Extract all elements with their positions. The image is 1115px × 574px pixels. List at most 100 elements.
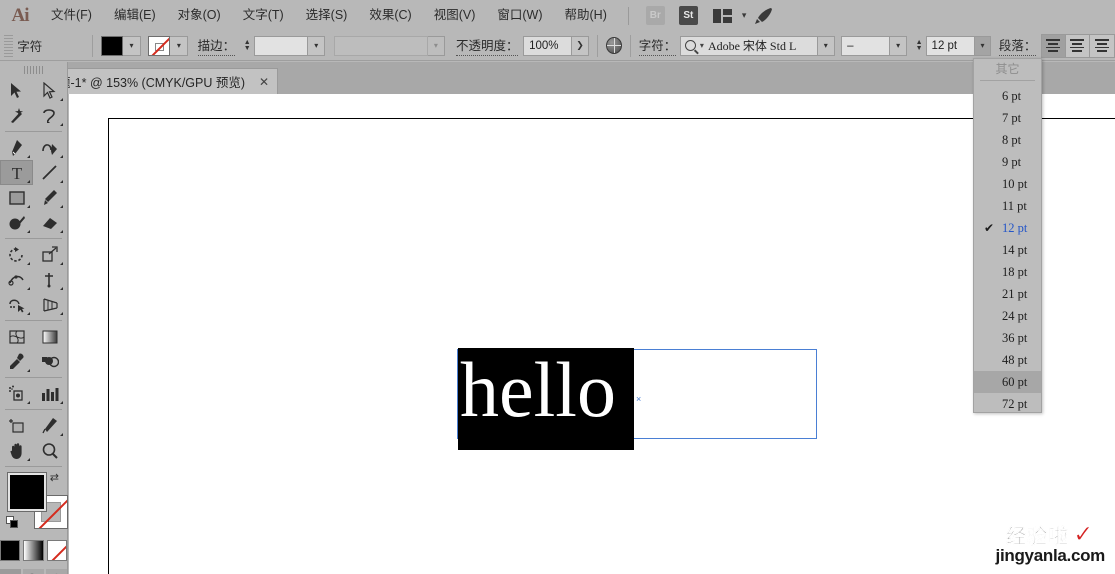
text-object-bounding-box[interactable]: hello × [457,346,817,450]
font-size-option-selected[interactable]: ✔ 12 pt [974,217,1041,239]
text-object-content[interactable]: hello [460,340,616,440]
font-size-option[interactable]: 10 pt [974,173,1041,195]
pen-tool[interactable] [0,135,33,160]
lasso-tool[interactable] [33,103,66,128]
stroke-color-control[interactable]: ▾ [148,35,189,56]
type-tool[interactable]: T [0,160,33,185]
font-size-option-other[interactable]: 其它 [974,59,1041,79]
swap-fill-stroke-icon[interactable]: ⇄ [50,471,59,484]
perspective-grid-tool[interactable] [33,292,66,317]
control-panel-grip[interactable] [4,34,14,57]
opacity-expand-icon[interactable]: ❯ [572,35,589,56]
font-size-field[interactable]: 12 pt [925,35,975,56]
line-segment-tool[interactable] [33,160,66,185]
canvas-area[interactable]: hello × [69,94,1115,574]
stroke-weight-chevron-down-icon[interactable]: ▾ [308,35,326,56]
menu-view[interactable]: 视图(V) [423,0,487,31]
arrange-documents-icon[interactable] [712,6,734,25]
align-right-button[interactable] [1089,34,1114,57]
draw-inside-button[interactable] [46,569,67,574]
font-size-option[interactable]: 48 pt [974,349,1041,371]
paragraph-label[interactable]: 段落： [998,35,1037,56]
recolor-artwork-icon[interactable] [605,37,622,54]
fill-color-control[interactable]: ▾ [100,35,141,56]
font-size-option[interactable]: 14 pt [974,239,1041,261]
artboard-tool[interactable] [0,413,33,438]
opacity-label[interactable]: 不透明度： [455,35,519,56]
shaper-tool[interactable] [0,210,33,235]
direct-selection-tool[interactable] [33,78,66,103]
font-size-option[interactable]: 24 pt [974,305,1041,327]
curvature-tool[interactable] [33,135,66,160]
font-size-option[interactable]: 18 pt [974,261,1041,283]
align-center-button[interactable] [1065,34,1090,57]
stroke-color-swatch-none[interactable] [148,35,171,56]
close-icon[interactable]: ✕ [259,75,269,89]
rocket-launch-icon[interactable] [753,6,775,25]
align-left-button[interactable] [1041,34,1066,57]
stroke-weight-label[interactable]: 描边： [197,35,236,56]
font-family-chevron-down-icon[interactable]: ▾ [817,35,835,56]
font-style-chevron-down-icon[interactable]: ▾ [890,35,907,56]
eraser-tool[interactable] [33,210,66,235]
stroke-weight-stepper[interactable]: ▲ ▼ [241,36,254,56]
blend-tool[interactable] [33,349,66,374]
font-size-option[interactable]: 36 pt [974,327,1041,349]
fill-chevron-down-icon[interactable]: ▾ [122,35,141,56]
stock-icon[interactable]: St [678,6,698,25]
opacity-field[interactable]: 100% [523,35,573,56]
stroke-profile-chevron-down-icon[interactable]: ▾ [428,35,445,56]
toolbox-grip[interactable] [23,66,44,74]
fill-color-box[interactable] [7,472,47,512]
mesh-tool[interactable] [0,324,33,349]
color-mode-solid-button[interactable] [0,540,21,561]
font-size-option-hovered[interactable]: 60 pt [974,371,1041,393]
menu-help[interactable]: 帮助(H) [554,0,618,31]
font-size-stepper[interactable]: ▲ ▼ [913,36,926,56]
font-family-field[interactable]: ▾ Adobe 宋体 Std L [679,35,818,56]
shape-builder-tool[interactable] [0,292,33,317]
font-size-option[interactable]: 21 pt [974,283,1041,305]
font-size-dropdown-menu[interactable]: 其它 6 pt 7 pt 8 pt 9 pt 10 pt 11 pt ✔ 12 … [973,58,1042,413]
draw-normal-button[interactable] [0,569,21,574]
menu-edit[interactable]: 编辑(E) [103,0,167,31]
font-size-option[interactable]: 7 pt [974,107,1041,129]
arrange-chevron-down-icon[interactable]: ▾ [742,10,747,21]
artboard[interactable]: hello × [108,118,1115,574]
fill-color-swatch[interactable] [100,35,123,56]
paintbrush-tool[interactable] [33,185,66,210]
rectangle-tool[interactable] [0,185,33,210]
scale-tool[interactable] [33,242,66,267]
menu-select[interactable]: 选择(S) [295,0,359,31]
magic-wand-tool[interactable] [0,103,33,128]
stroke-profile-field[interactable] [334,35,429,56]
menu-file[interactable]: 文件(F) [40,0,103,31]
color-mode-none-button[interactable] [46,540,67,561]
font-size-option[interactable]: 72 pt [974,393,1041,415]
default-fill-stroke-icon[interactable] [6,516,19,529]
slice-tool[interactable] [33,413,66,438]
stroke-weight-field[interactable] [253,35,309,56]
column-graph-tool[interactable] [33,381,66,406]
width-tool[interactable] [0,267,33,292]
selection-tool[interactable] [0,78,33,103]
color-mode-gradient-button[interactable] [23,540,44,561]
zoom-tool[interactable] [33,438,66,463]
font-size-chevron-down-icon[interactable]: ▾ [974,35,992,56]
font-size-option[interactable]: 6 pt [974,85,1041,107]
menu-window[interactable]: 窗口(W) [486,0,553,31]
character-label[interactable]: 字符： [638,35,677,56]
bridge-icon[interactable]: Br [645,6,665,25]
draw-behind-button[interactable] [23,569,44,574]
menu-object[interactable]: 对象(O) [167,0,232,31]
symbol-sprayer-tool[interactable] [0,381,33,406]
menu-effect[interactable]: 效果(C) [358,0,422,31]
gradient-tool[interactable] [33,324,66,349]
stroke-chevron-down-icon[interactable]: ▾ [170,35,189,56]
font-size-option[interactable]: 9 pt [974,151,1041,173]
free-transform-tool[interactable] [33,267,66,292]
font-size-option[interactable]: 8 pt [974,129,1041,151]
hand-tool[interactable] [0,438,33,463]
rotate-tool[interactable] [0,242,33,267]
font-style-field[interactable]: – [841,35,891,56]
